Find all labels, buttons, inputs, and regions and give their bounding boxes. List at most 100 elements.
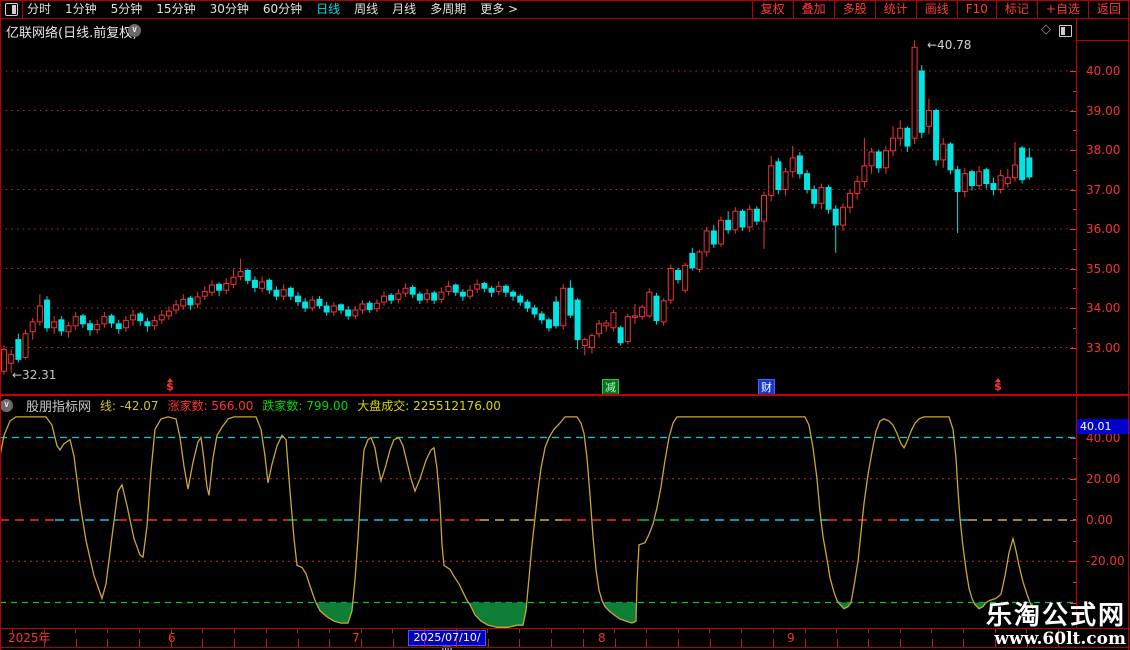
price-label-36.00: 36.00	[1086, 222, 1121, 236]
candle-up	[997, 175, 1004, 191]
period-item-5[interactable]: 30分钟	[210, 0, 249, 18]
time-grid-tick	[678, 639, 679, 647]
candle-up	[373, 302, 380, 310]
candle-up	[1011, 164, 1018, 179]
time-grid-tick	[932, 639, 933, 647]
action-item-6[interactable]: F10	[956, 0, 996, 18]
time-grid-tick	[710, 639, 711, 647]
candle-down	[488, 287, 495, 293]
action-item-4[interactable]: 统计	[874, 0, 916, 18]
time-tick	[107, 629, 108, 633]
time-grid-tick	[615, 639, 616, 647]
time-tick	[583, 629, 584, 633]
candle-down	[1019, 147, 1026, 181]
time-tick	[139, 629, 140, 633]
candle-up	[581, 339, 588, 347]
period-item-7[interactable]: 日线	[316, 0, 340, 18]
period-item-1[interactable]: 分时	[27, 0, 51, 18]
candle-up	[890, 137, 897, 152]
time-grid-tick	[963, 639, 964, 647]
action-item-8[interactable]: +自选	[1036, 0, 1088, 18]
period-item-9[interactable]: 月线	[392, 0, 416, 18]
indicator-field-3: 跌家数: 799.00	[262, 399, 349, 413]
candle-up	[732, 210, 739, 231]
candle-up	[596, 323, 603, 335]
panel-divider	[0, 394, 1130, 396]
diamond-icon[interactable]: ◇	[1041, 22, 1051, 37]
candle-down	[431, 292, 438, 301]
main-candlestick-chart[interactable]	[0, 40, 1076, 395]
candle-down	[294, 295, 301, 303]
candle-down	[15, 339, 22, 360]
action-item-1[interactable]: 复权	[751, 0, 793, 18]
candle-up	[660, 300, 667, 323]
candle-up	[424, 293, 431, 300]
title-chevron-down-icon[interactable]: ∨	[128, 24, 141, 37]
time-grid-tick	[107, 639, 108, 647]
time-grid-tick	[805, 639, 806, 647]
candle-up	[631, 315, 638, 318]
candle-up	[882, 150, 889, 169]
time-axis-top-line	[0, 628, 1130, 629]
high-price-annotation: ←40.78	[927, 38, 972, 52]
candle-down	[567, 287, 574, 316]
candle-down	[983, 169, 990, 185]
time-label-5: 9	[787, 631, 795, 645]
period-item-10[interactable]: 多周期	[430, 0, 466, 18]
candle-up	[603, 322, 610, 327]
period-item-6[interactable]: 60分钟	[263, 0, 302, 18]
candle-down	[933, 110, 940, 161]
pane-split-icon[interactable]	[1059, 25, 1072, 37]
candle-up	[101, 316, 108, 325]
candle-up	[897, 127, 904, 139]
time-grid-tick	[868, 639, 869, 647]
candle-down	[531, 307, 538, 315]
action-item-2[interactable]: 叠加	[792, 0, 834, 18]
time-tick	[963, 629, 964, 633]
time-tick	[551, 629, 552, 633]
candle-up	[280, 289, 287, 297]
time-tick	[75, 629, 76, 633]
period-item-3[interactable]: 5分钟	[111, 0, 143, 18]
action-item-7[interactable]: 标记	[995, 0, 1037, 18]
action-item-5[interactable]: 画线	[915, 0, 957, 18]
time-tick	[868, 629, 869, 633]
candle-up	[22, 333, 29, 358]
candle-up	[646, 291, 653, 317]
candle-down	[323, 305, 330, 313]
candle-up	[72, 316, 79, 327]
indicator-chevron-down-icon[interactable]: ∨	[0, 399, 13, 412]
indicator-line	[0, 416, 1034, 628]
time-tick	[836, 629, 837, 633]
candle-up	[237, 271, 244, 277]
candle-down	[115, 323, 122, 330]
layout-split-button[interactable]	[0, 0, 23, 18]
period-item-8[interactable]: 周线	[354, 0, 378, 18]
candle-down	[739, 210, 746, 228]
candle-down	[87, 323, 94, 331]
price-label-37.00: 37.00	[1086, 182, 1121, 197]
time-grid-tick	[298, 639, 299, 647]
indicator-chart[interactable]	[0, 415, 1076, 629]
period-item-4[interactable]: 15分钟	[156, 0, 195, 18]
top-toolbar: 分时 1分钟 5分钟 15分钟 30分钟 60分钟 日线 周线 月线 多周期 更多 > 复权 叠加 多股…	[0, 0, 1130, 18]
action-item-3[interactable]: 多股	[833, 0, 875, 18]
candle-up	[818, 187, 825, 204]
candle-up	[696, 251, 703, 270]
period-item-2[interactable]: 1分钟	[65, 0, 97, 18]
indicator-fill-area	[0, 602, 1033, 628]
time-tick	[931, 629, 932, 633]
candle-up	[180, 298, 187, 307]
candle-up	[165, 310, 172, 317]
candle-up	[610, 312, 617, 329]
time-tick	[361, 629, 362, 633]
action-item-9[interactable]: 返回	[1087, 0, 1129, 18]
layout-split-icon	[5, 3, 18, 16]
period-item-11[interactable]: 更多 >	[480, 0, 518, 18]
candle-up	[438, 291, 445, 300]
indicator-field-1: 线: -42.07	[100, 399, 159, 413]
time-grid-tick	[773, 639, 774, 647]
indicator-field-2: 涨家数: 566.00	[167, 399, 254, 413]
time-grid-tick	[393, 639, 394, 647]
highlighted-date[interactable]: 2025/07/10/四	[408, 630, 486, 650]
